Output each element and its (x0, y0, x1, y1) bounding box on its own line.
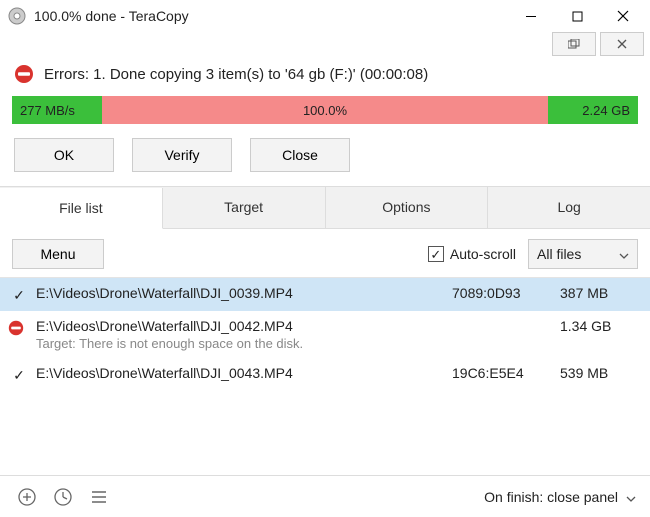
titlebar: 100.0% done - TeraCopy (0, 0, 650, 32)
bottom-bar: On finish: close panel (0, 475, 650, 517)
error-icon (10, 320, 28, 336)
progress-total-size: 2.24 GB (582, 103, 630, 118)
popout-button[interactable] (552, 32, 596, 56)
autoscroll-checkbox[interactable]: ✓ Auto-scroll (428, 246, 516, 262)
secondary-toolbar (0, 32, 650, 60)
file-row[interactable]: E:\Videos\Drone\Waterfall\DJI_0042.MP4 T… (0, 311, 650, 358)
history-icon[interactable] (50, 484, 76, 510)
file-size: 1.34 GB (560, 318, 640, 334)
file-hash: 19C6:E5E4 (452, 365, 552, 381)
file-filter-dropdown[interactable]: All files (528, 239, 638, 269)
status-row: Errors: 1. Done copying 3 item(s) to '64… (0, 60, 650, 96)
app-icon (8, 7, 26, 25)
progress-bar: 277 MB/s 100.0% 2.24 GB (12, 96, 638, 124)
file-list: ✓ E:\Videos\Drone\Waterfall\DJI_0039.MP4… (0, 277, 650, 391)
status-text: Errors: 1. Done copying 3 item(s) to '64… (44, 66, 428, 83)
error-icon (14, 64, 34, 84)
file-row[interactable]: ✓ E:\Videos\Drone\Waterfall\DJI_0043.MP4… (0, 358, 650, 391)
tab-options[interactable]: Options (326, 187, 489, 228)
autoscroll-label: Auto-scroll (450, 246, 516, 262)
panel-close-button[interactable] (600, 32, 644, 56)
file-size: 539 MB (560, 365, 640, 381)
check-icon: ✓ (10, 367, 28, 384)
add-icon[interactable] (14, 484, 40, 510)
tab-log[interactable]: Log (488, 187, 650, 228)
tab-target[interactable]: Target (163, 187, 326, 228)
file-size: 387 MB (560, 285, 640, 301)
close-window-button[interactable] (600, 0, 646, 32)
checkbox-icon: ✓ (428, 246, 444, 262)
window-title: 100.0% done - TeraCopy (34, 8, 508, 24)
minimize-button[interactable] (508, 0, 554, 32)
file-path: E:\Videos\Drone\Waterfall\DJI_0043.MP4 (36, 365, 444, 381)
chevron-down-icon[interactable] (626, 489, 636, 505)
progress-percent: 100.0% (303, 103, 347, 118)
file-path: E:\Videos\Drone\Waterfall\DJI_0039.MP4 (36, 285, 444, 301)
maximize-button[interactable] (554, 0, 600, 32)
file-filter-label: All files (537, 246, 581, 262)
list-icon[interactable] (86, 484, 112, 510)
ok-button[interactable]: OK (14, 138, 114, 172)
progress-speed: 277 MB/s (20, 103, 75, 118)
file-path: E:\Videos\Drone\Waterfall\DJI_0042.MP4 (36, 318, 444, 334)
on-finish-label[interactable]: On finish: close panel (484, 489, 618, 505)
action-row: OK Verify Close (0, 124, 650, 186)
menu-button[interactable]: Menu (12, 239, 104, 269)
verify-button[interactable]: Verify (132, 138, 232, 172)
file-hash: 7089:0D93 (452, 285, 552, 301)
tab-bar: File list Target Options Log (0, 186, 650, 229)
file-error-message: Target: There is not enough space on the… (36, 336, 444, 351)
check-icon: ✓ (10, 287, 28, 304)
list-toolbar: Menu ✓ Auto-scroll All files (0, 229, 650, 277)
file-row[interactable]: ✓ E:\Videos\Drone\Waterfall\DJI_0039.MP4… (0, 278, 650, 311)
close-button[interactable]: Close (250, 138, 350, 172)
tab-file-list[interactable]: File list (0, 188, 163, 229)
chevron-down-icon (619, 246, 629, 262)
